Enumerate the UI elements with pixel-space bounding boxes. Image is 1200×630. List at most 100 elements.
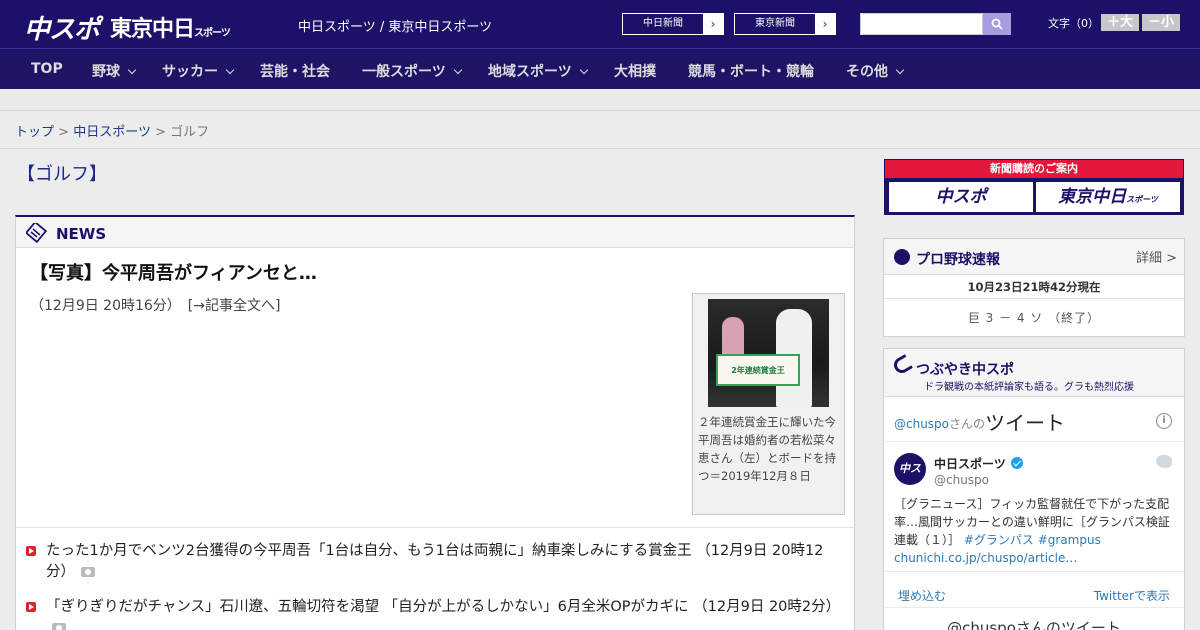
divider [884, 607, 1184, 608]
embed-link[interactable]: 埋め込む [898, 587, 946, 604]
news-panel: NEWS 【写真】今平周吾がフィアンセと… （12月9日 20時16分） [→記… [15, 215, 855, 630]
twitter-title: つぶやき中スポ [916, 362, 1014, 378]
tokyo-logo-main: 東京中日 [110, 17, 195, 42]
twitter-bird-icon[interactable] [1156, 455, 1172, 468]
breadcrumb-current: ゴルフ [170, 125, 210, 140]
breadcrumb-top-link[interactable]: トップ [15, 125, 54, 140]
nav-label: 芸能・社会 [260, 64, 330, 80]
tweets-handle-suffix: さんの [949, 417, 986, 431]
baseball-header: プロ野球速報 詳細 > [884, 239, 1184, 275]
camera-icon [81, 567, 95, 577]
news-list-text: 「ぎりぎりだがチャンス」石川遼、五輪切符を渇望 「自分が上がるしかない」6月全米… [46, 599, 841, 615]
nav-regional-sports[interactable]: 地域スポーツ [488, 61, 588, 81]
font-larger-button[interactable]: ＋大 [1101, 14, 1139, 31]
tweet-hashtags[interactable]: #グランパス #grampus [964, 533, 1101, 547]
baseball-scores: プロ野球速報 詳細 > 10月23日21時42分現在 巨 3 － 4 ソ （終了… [883, 238, 1185, 337]
play-bullet-icon [26, 546, 36, 556]
twitter-header: つぶやき中スポ ドラ観戦の本紙評論家も語る。グラも熱烈応援 [884, 349, 1184, 397]
page-title: 【ゴルフ】 [17, 164, 107, 185]
tweet-author-handle[interactable]: @chuspo [934, 473, 989, 487]
chevron-down-icon [225, 65, 235, 75]
news-list-item[interactable]: 「ぎりぎりだがチャンス」石川遼、五輪切符を渇望 「自分が上がるしかない」6月全米… [26, 597, 844, 630]
promo-tokyo-main: 東京中日 [1058, 187, 1127, 207]
chunichi-shimbun-label: 中日新聞 [643, 18, 683, 29]
subscription-promo[interactable]: 新聞購読のご案内 中スポ 東京中日スポーツ [884, 159, 1184, 215]
divider [884, 441, 1184, 442]
news-heading: NEWS [56, 225, 107, 243]
nav-label: 競馬・ボート・競輪 [688, 64, 814, 80]
nav-entertainment[interactable]: 芸能・社会 [260, 61, 330, 81]
chevron-down-icon [453, 65, 462, 75]
font-size-label: 文字（0） [1048, 17, 1099, 30]
baseball-score[interactable]: 巨 3 － 4 ソ （終了） [884, 309, 1184, 326]
news-header: NEWS [16, 217, 854, 248]
subnav-band [0, 89, 1200, 111]
article-photo-box: 2年連続賞金王 ２年連続賞金王に輝いた今平周吾は婚約者の若松菜々恵さん（左）とボ… [692, 293, 845, 515]
info-icon[interactable]: i [1156, 413, 1172, 429]
chevron-down-icon [579, 65, 588, 75]
nav-others[interactable]: その他 [846, 61, 905, 81]
tweets-footer-link[interactable]: @chuspoさんのツイート [884, 617, 1184, 630]
search-button[interactable] [983, 13, 1011, 35]
tweet-text: ［グラニュース］フィッカ監督就任で下がった支配率…風間サッカーとの違い鮮明に［グ… [894, 495, 1176, 567]
chevron-right-icon: › [703, 14, 723, 34]
baseball-icon [894, 249, 910, 265]
tweet-link[interactable]: chunichi.co.jp/chuspo/article… [894, 551, 1077, 565]
search-input[interactable] [860, 13, 983, 35]
twitter-widget: つぶやき中スポ ドラ観戦の本紙評論家も語る。グラも熱烈応援 @chuspoさんの… [883, 348, 1185, 630]
verified-badge-icon [1010, 457, 1023, 469]
chunichi-shimbun-link[interactable]: 中日新聞 › [622, 13, 724, 35]
news-list-item[interactable]: たった1か月でベンツ2台獲得の今平周吾「1台は自分、もう1台は両親に」納車楽しみ… [26, 541, 844, 583]
view-on-twitter-link[interactable]: Twitterで表示 [1094, 587, 1170, 604]
divider [16, 527, 854, 528]
chevron-right-icon: › [815, 14, 835, 34]
breadcrumb-section-link[interactable]: 中日スポーツ [73, 125, 151, 140]
promo-chuspo[interactable]: 中スポ [889, 182, 1033, 212]
tokyo-shimbun-label: 東京新聞 [755, 18, 795, 29]
article-meta[interactable]: （12月9日 20時16分） [→記事全文へ] [30, 295, 280, 315]
breadcrumb-separator: > [155, 125, 166, 140]
nav-racing[interactable]: 競馬・ボート・競輪 [688, 61, 814, 81]
avatar[interactable]: 中スポ [894, 453, 926, 507]
breadcrumb-separator: > [58, 125, 70, 140]
divider [884, 571, 1184, 572]
nav-label: サッカー [162, 64, 218, 80]
font-smaller-button[interactable]: －小 [1142, 14, 1180, 31]
photo-board: 2年連続賞金王 [716, 354, 800, 386]
breadcrumb-bar: トップ > 中日スポーツ > ゴルフ [0, 111, 1200, 149]
top-header: 中スポ 東京中日スポーツ 中日スポーツ / 東京中日スポーツ 中日新聞 › 東京… [0, 0, 1200, 48]
article-photo[interactable]: 2年連続賞金王 [708, 299, 829, 407]
nav-soccer[interactable]: サッカー [162, 61, 235, 81]
tweets-handle: @chuspo [894, 417, 950, 431]
search-icon [991, 18, 1003, 30]
promo-tokyo-small: スポーツ [1126, 195, 1158, 204]
news-icon [26, 223, 48, 243]
news-list-text: たった1か月でベンツ2台獲得の今平周吾「1台は自分、もう1台は両親に」納車楽しみ… [46, 543, 824, 580]
tokyo-chunichi-logo[interactable]: 東京中日スポーツ [110, 11, 231, 43]
article-title[interactable]: 【写真】今平周吾がフィアンセと… [30, 259, 317, 285]
nav-label: 一般スポーツ [362, 64, 446, 80]
baseball-details-link[interactable]: 詳細 > [1136, 247, 1177, 266]
photo-caption: ２年連続賞金王に輝いた今平周吾は婚約者の若松菜々恵さん（左）とボードを持つ＝20… [698, 415, 836, 483]
twitter-subtitle: ドラ観戦の本紙評論家も語る。グラも熱烈応援 [924, 382, 1134, 393]
nav-label: その他 [846, 64, 888, 80]
photo-person-left [722, 317, 744, 357]
tokyo-shimbun-link[interactable]: 東京新聞 › [734, 13, 836, 35]
nav-sumo[interactable]: 大相撲 [614, 61, 656, 81]
baseball-timestamp: 10月23日21時42分現在 [884, 275, 1184, 299]
nav-label: 大相撲 [614, 64, 656, 80]
tweets-by-heading[interactable]: @chuspoさんのツイート [894, 407, 1065, 436]
author-name-text: 中日スポーツ [934, 457, 1006, 471]
photo-board-text: 2年連続賞金王 [731, 366, 785, 375]
nav-top[interactable]: TOP [31, 61, 63, 77]
tweets-word: ツイート [985, 411, 1066, 435]
nav-general-sports[interactable]: 一般スポーツ [362, 61, 462, 81]
nav-baseball[interactable]: 野球 [92, 61, 137, 81]
promo-tokyo-chunichi[interactable]: 東京中日スポーツ [1036, 182, 1180, 212]
main-nav: TOP 野球 サッカー 芸能・社会 一般スポーツ 地域スポーツ 大相撲 競馬・ボ… [0, 48, 1200, 89]
nav-label: 地域スポーツ [488, 64, 572, 80]
chevron-down-icon [127, 65, 137, 75]
tweet-author-name[interactable]: 中日スポーツ [934, 455, 1023, 472]
chuspo-logo[interactable]: 中スポ [24, 9, 100, 46]
nav-label: 野球 [92, 64, 120, 80]
